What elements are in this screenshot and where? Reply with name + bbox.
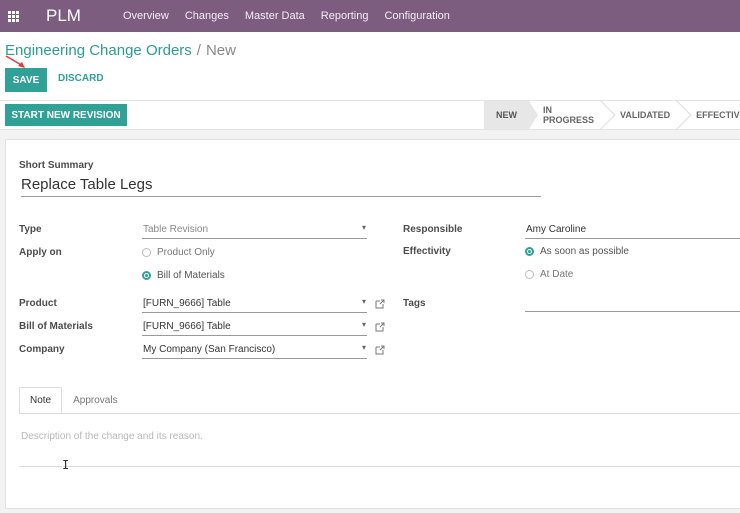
apply-on-bom-label: Bill of Materials bbox=[157, 270, 225, 281]
product-select[interactable]: [FURN_9666] Table ▾ bbox=[142, 296, 367, 313]
external-link-icon[interactable] bbox=[375, 299, 385, 309]
stage-pipeline: NEW IN PROGRESS VALIDATED EFFECTIVE bbox=[484, 99, 740, 131]
effectivity-label: Effectivity bbox=[403, 246, 451, 257]
type-label: Type bbox=[19, 224, 42, 235]
chevron-down-icon: ▾ bbox=[361, 223, 366, 232]
form-sheet: Short Summary Replace Table Legs Type Ta… bbox=[5, 139, 740, 509]
tab-divider bbox=[19, 413, 740, 414]
breadcrumb-separator: / bbox=[196, 42, 201, 59]
apply-on-product-only-label: Product Only bbox=[157, 247, 215, 258]
responsible-value: Amy Caroline bbox=[526, 224, 587, 235]
company-value: My Company (San Francisco) bbox=[143, 344, 276, 355]
company-select[interactable]: My Company (San Francisco) ▾ bbox=[142, 342, 367, 359]
save-button[interactable]: SAVE bbox=[5, 68, 47, 92]
menu-master-data[interactable]: Master Data bbox=[245, 10, 305, 22]
note-divider bbox=[19, 466, 740, 467]
radio-icon bbox=[142, 248, 151, 257]
product-label: Product bbox=[19, 298, 57, 309]
type-select[interactable]: Table Revision ▾ bbox=[142, 222, 367, 239]
apply-on-label: Apply on bbox=[19, 247, 62, 258]
menu-configuration[interactable]: Configuration bbox=[384, 10, 449, 22]
menu-overview[interactable]: Overview bbox=[123, 10, 169, 22]
top-navbar: PLM Overview Changes Master Data Reporti… bbox=[0, 0, 740, 32]
stage-in-progress[interactable]: IN PROGRESS bbox=[529, 99, 616, 131]
breadcrumb: Engineering Change Orders / New bbox=[5, 42, 236, 59]
effectivity-at-date-radio[interactable]: At Date bbox=[525, 269, 573, 280]
bom-value: [FURN_9666] Table bbox=[143, 321, 231, 332]
tags-label: Tags bbox=[403, 298, 426, 309]
company-label: Company bbox=[19, 344, 65, 355]
pointer-arrow-icon bbox=[5, 55, 25, 68]
chevron-down-icon: ▾ bbox=[361, 297, 366, 306]
status-bar: START NEW REVISION NEW IN PROGRESS VALID… bbox=[0, 99, 740, 131]
bom-label: Bill of Materials bbox=[19, 321, 93, 332]
responsible-select[interactable]: Amy Caroline bbox=[525, 222, 740, 239]
breadcrumb-parent-link[interactable]: Engineering Change Orders bbox=[5, 42, 192, 59]
note-editor[interactable]: Description of the change and its reason… bbox=[21, 431, 203, 442]
menu-reporting[interactable]: Reporting bbox=[321, 10, 369, 22]
stage-effective[interactable]: EFFECTIVE bbox=[682, 101, 740, 129]
start-new-revision-button[interactable]: START NEW REVISION bbox=[5, 104, 127, 126]
menu-changes[interactable]: Changes bbox=[185, 10, 229, 22]
external-link-icon[interactable] bbox=[375, 322, 385, 332]
stage-validated[interactable]: VALIDATED bbox=[606, 99, 692, 131]
apply-on-product-only-radio[interactable]: Product Only bbox=[142, 247, 215, 258]
effectivity-at-date-label: At Date bbox=[540, 269, 574, 280]
radio-checked-icon bbox=[525, 247, 534, 256]
apply-on-bom-radio[interactable]: Bill of Materials bbox=[142, 270, 225, 281]
control-panel: Engineering Change Orders / New SAVE DISCA… bbox=[0, 32, 740, 100]
apps-menu-icon[interactable] bbox=[0, 0, 26, 32]
responsible-label: Responsible bbox=[403, 224, 463, 235]
text-cursor-icon: I bbox=[62, 458, 70, 472]
stage-new[interactable]: NEW bbox=[484, 101, 538, 129]
radio-checked-icon bbox=[142, 271, 151, 280]
product-value: [FURN_9666] Table bbox=[143, 298, 231, 309]
short-summary-input[interactable]: Replace Table Legs bbox=[21, 176, 541, 197]
effectivity-asap-radio[interactable]: As soon as possible bbox=[525, 246, 629, 257]
type-value: Table Revision bbox=[143, 224, 209, 235]
tab-approvals[interactable]: Approvals bbox=[62, 387, 128, 414]
chevron-down-icon: ▾ bbox=[361, 343, 366, 352]
short-summary-label: Short Summary bbox=[19, 160, 94, 171]
bom-select[interactable]: [FURN_9666] Table ▾ bbox=[142, 319, 367, 336]
discard-button[interactable]: DISCARD bbox=[58, 73, 104, 84]
external-link-icon[interactable] bbox=[375, 345, 385, 355]
radio-icon bbox=[525, 270, 534, 279]
notebook-tabs: Note Approvals bbox=[19, 387, 129, 414]
app-name[interactable]: PLM bbox=[46, 6, 81, 26]
chevron-down-icon: ▾ bbox=[361, 320, 366, 329]
effectivity-asap-label: As soon as possible bbox=[540, 246, 629, 257]
tab-note[interactable]: Note bbox=[19, 387, 63, 414]
tags-input[interactable] bbox=[525, 295, 740, 312]
breadcrumb-current: New bbox=[205, 42, 236, 59]
